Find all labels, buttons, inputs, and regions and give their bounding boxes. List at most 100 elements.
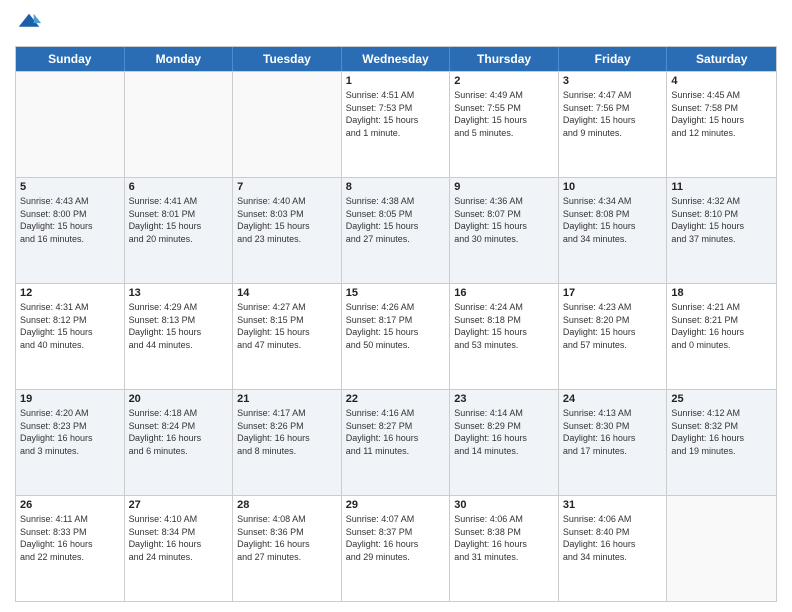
day-number: 2 <box>454 75 554 87</box>
day-info: Sunrise: 4:12 AM Sunset: 8:32 PM Dayligh… <box>671 407 772 457</box>
day-number: 28 <box>237 499 337 511</box>
day-cell-13: 13 Sunrise: 4:29 AM Sunset: 8:13 PM Dayli… <box>125 284 234 389</box>
day-info: Sunrise: 4:38 AM Sunset: 8:05 PM Dayligh… <box>346 195 446 245</box>
day-info: Sunrise: 4:06 AM Sunset: 8:38 PM Dayligh… <box>454 513 554 563</box>
header <box>15 10 777 38</box>
day-info: Sunrise: 4:23 AM Sunset: 8:20 PM Dayligh… <box>563 301 663 351</box>
day-info: Sunrise: 4:51 AM Sunset: 7:53 PM Dayligh… <box>346 89 446 139</box>
day-info: Sunrise: 4:11 AM Sunset: 8:33 PM Dayligh… <box>20 513 120 563</box>
day-number: 12 <box>20 287 120 299</box>
header-day-sunday: Sunday <box>16 47 125 71</box>
day-cell-5: 5 Sunrise: 4:43 AM Sunset: 8:00 PM Daylig… <box>16 178 125 283</box>
day-cell-10: 10 Sunrise: 4:34 AM Sunset: 8:08 PM Dayli… <box>559 178 668 283</box>
day-cell-25: 25 Sunrise: 4:12 AM Sunset: 8:32 PM Dayli… <box>667 390 776 495</box>
day-number: 11 <box>671 181 772 193</box>
day-info: Sunrise: 4:34 AM Sunset: 8:08 PM Dayligh… <box>563 195 663 245</box>
day-cell-7: 7Sunrise: 4:40 AM Sunset: 8:03 PM Daylig… <box>233 178 342 283</box>
day-cell-31: 31Sunrise: 4:06 AM Sunset: 8:40 PM Dayli… <box>559 496 668 601</box>
day-info: Sunrise: 4:45 AM Sunset: 7:58 PM Dayligh… <box>671 89 772 139</box>
day-number: 8 <box>346 181 446 193</box>
day-cell-26: 26 Sunrise: 4:11 AM Sunset: 8:33 PM Dayli… <box>16 496 125 601</box>
day-cell-12: 12 Sunrise: 4:31 AM Sunset: 8:12 PM Dayli… <box>16 284 125 389</box>
day-cell-15: 15 Sunrise: 4:26 AM Sunset: 8:17 PM Dayli… <box>342 284 451 389</box>
day-number: 21 <box>237 393 337 405</box>
header-day-saturday: Saturday <box>667 47 776 71</box>
day-number: 6 <box>129 181 229 193</box>
week-row-3: 12 Sunrise: 4:31 AM Sunset: 8:12 PM Dayli… <box>16 283 776 389</box>
day-number: 17 <box>563 287 663 299</box>
day-cell-17: 17 Sunrise: 4:23 AM Sunset: 8:20 PM Dayli… <box>559 284 668 389</box>
day-number: 19 <box>20 393 120 405</box>
header-day-thursday: Thursday <box>450 47 559 71</box>
day-cell-20: 20 Sunrise: 4:18 AM Sunset: 8:24 PM Dayli… <box>125 390 234 495</box>
day-info: Sunrise: 4:41 AM Sunset: 8:01 PM Dayligh… <box>129 195 229 245</box>
logo <box>15 10 47 38</box>
day-cell-14: 14Sunrise: 4:27 AM Sunset: 8:15 PM Dayli… <box>233 284 342 389</box>
day-cell-3: 3 Sunrise: 4:47 AM Sunset: 7:56 PM Daylig… <box>559 72 668 177</box>
day-number: 15 <box>346 287 446 299</box>
day-info: Sunrise: 4:43 AM Sunset: 8:00 PM Dayligh… <box>20 195 120 245</box>
day-cell-4: 4Sunrise: 4:45 AM Sunset: 7:58 PM Daylig… <box>667 72 776 177</box>
day-info: Sunrise: 4:06 AM Sunset: 8:40 PM Dayligh… <box>563 513 663 563</box>
calendar-header: SundayMondayTuesdayWednesdayThursdayFrid… <box>16 47 776 71</box>
day-cell-2: 2 Sunrise: 4:49 AM Sunset: 7:55 PM Daylig… <box>450 72 559 177</box>
day-cell-27: 27 Sunrise: 4:10 AM Sunset: 8:34 PM Dayli… <box>125 496 234 601</box>
day-info: Sunrise: 4:20 AM Sunset: 8:23 PM Dayligh… <box>20 407 120 457</box>
day-cell-24: 24Sunrise: 4:13 AM Sunset: 8:30 PM Dayli… <box>559 390 668 495</box>
day-number: 25 <box>671 393 772 405</box>
day-info: Sunrise: 4:32 AM Sunset: 8:10 PM Dayligh… <box>671 195 772 245</box>
day-info: Sunrise: 4:31 AM Sunset: 8:12 PM Dayligh… <box>20 301 120 351</box>
day-number: 9 <box>454 181 554 193</box>
day-info: Sunrise: 4:21 AM Sunset: 8:21 PM Dayligh… <box>671 301 772 351</box>
day-number: 16 <box>454 287 554 299</box>
day-number: 5 <box>20 181 120 193</box>
day-cell-9: 9Sunrise: 4:36 AM Sunset: 8:07 PM Daylig… <box>450 178 559 283</box>
day-info: Sunrise: 4:10 AM Sunset: 8:34 PM Dayligh… <box>129 513 229 563</box>
day-cell-16: 16 Sunrise: 4:24 AM Sunset: 8:18 PM Dayli… <box>450 284 559 389</box>
day-number: 22 <box>346 393 446 405</box>
header-day-monday: Monday <box>125 47 234 71</box>
day-number: 20 <box>129 393 229 405</box>
day-cell-23: 23 Sunrise: 4:14 AM Sunset: 8:29 PM Dayli… <box>450 390 559 495</box>
week-row-2: 5 Sunrise: 4:43 AM Sunset: 8:00 PM Daylig… <box>16 177 776 283</box>
empty-cell <box>233 72 342 177</box>
day-cell-21: 21 Sunrise: 4:17 AM Sunset: 8:26 PM Dayli… <box>233 390 342 495</box>
day-number: 24 <box>563 393 663 405</box>
day-cell-19: 19 Sunrise: 4:20 AM Sunset: 8:23 PM Dayli… <box>16 390 125 495</box>
header-day-wednesday: Wednesday <box>342 47 451 71</box>
day-cell-1: 1Sunrise: 4:51 AM Sunset: 7:53 PM Daylig… <box>342 72 451 177</box>
calendar-body: 1Sunrise: 4:51 AM Sunset: 7:53 PM Daylig… <box>16 71 776 601</box>
week-row-1: 1Sunrise: 4:51 AM Sunset: 7:53 PM Daylig… <box>16 71 776 177</box>
day-info: Sunrise: 4:08 AM Sunset: 8:36 PM Dayligh… <box>237 513 337 563</box>
page: SundayMondayTuesdayWednesdayThursdayFrid… <box>0 0 792 612</box>
day-info: Sunrise: 4:29 AM Sunset: 8:13 PM Dayligh… <box>129 301 229 351</box>
day-info: Sunrise: 4:49 AM Sunset: 7:55 PM Dayligh… <box>454 89 554 139</box>
day-cell-18: 18Sunrise: 4:21 AM Sunset: 8:21 PM Dayli… <box>667 284 776 389</box>
day-number: 13 <box>129 287 229 299</box>
day-number: 27 <box>129 499 229 511</box>
header-day-friday: Friday <box>559 47 668 71</box>
day-info: Sunrise: 4:24 AM Sunset: 8:18 PM Dayligh… <box>454 301 554 351</box>
week-row-5: 26 Sunrise: 4:11 AM Sunset: 8:33 PM Dayli… <box>16 495 776 601</box>
empty-cell <box>667 496 776 601</box>
day-info: Sunrise: 4:17 AM Sunset: 8:26 PM Dayligh… <box>237 407 337 457</box>
week-row-4: 19 Sunrise: 4:20 AM Sunset: 8:23 PM Dayli… <box>16 389 776 495</box>
day-number: 3 <box>563 75 663 87</box>
day-info: Sunrise: 4:40 AM Sunset: 8:03 PM Dayligh… <box>237 195 337 245</box>
day-cell-6: 6 Sunrise: 4:41 AM Sunset: 8:01 PM Daylig… <box>125 178 234 283</box>
calendar: SundayMondayTuesdayWednesdayThursdayFrid… <box>15 46 777 602</box>
day-cell-30: 30 Sunrise: 4:06 AM Sunset: 8:38 PM Dayli… <box>450 496 559 601</box>
day-info: Sunrise: 4:26 AM Sunset: 8:17 PM Dayligh… <box>346 301 446 351</box>
day-number: 30 <box>454 499 554 511</box>
day-info: Sunrise: 4:18 AM Sunset: 8:24 PM Dayligh… <box>129 407 229 457</box>
day-cell-8: 8 Sunrise: 4:38 AM Sunset: 8:05 PM Daylig… <box>342 178 451 283</box>
day-number: 26 <box>20 499 120 511</box>
day-cell-29: 29Sunrise: 4:07 AM Sunset: 8:37 PM Dayli… <box>342 496 451 601</box>
day-number: 23 <box>454 393 554 405</box>
day-cell-28: 28 Sunrise: 4:08 AM Sunset: 8:36 PM Dayli… <box>233 496 342 601</box>
day-number: 10 <box>563 181 663 193</box>
day-info: Sunrise: 4:14 AM Sunset: 8:29 PM Dayligh… <box>454 407 554 457</box>
day-info: Sunrise: 4:47 AM Sunset: 7:56 PM Dayligh… <box>563 89 663 139</box>
day-cell-11: 11 Sunrise: 4:32 AM Sunset: 8:10 PM Dayli… <box>667 178 776 283</box>
day-cell-22: 22Sunrise: 4:16 AM Sunset: 8:27 PM Dayli… <box>342 390 451 495</box>
